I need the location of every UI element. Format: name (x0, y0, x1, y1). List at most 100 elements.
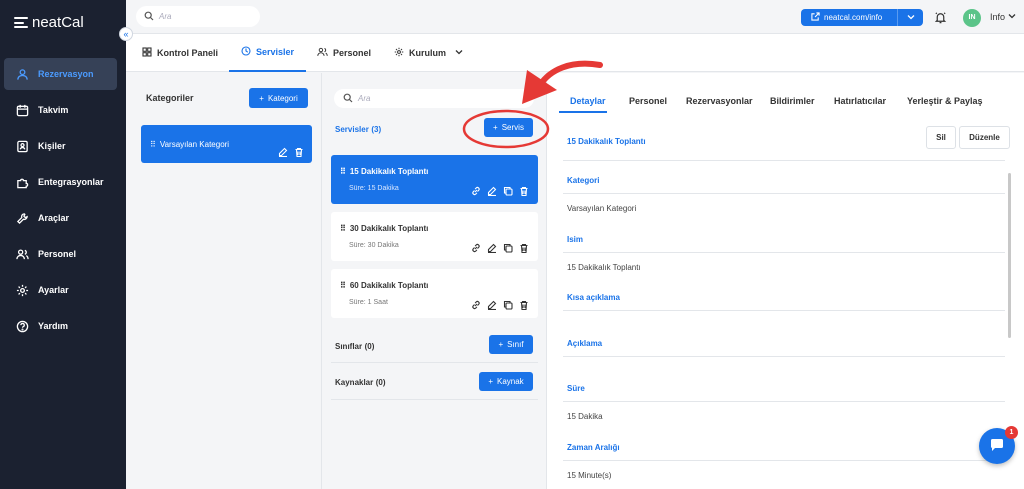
copy-icon[interactable] (503, 300, 513, 312)
sidebar-item-takvim[interactable]: Takvim (4, 94, 117, 126)
details-scrollbar[interactable] (1008, 173, 1011, 338)
add-class-button[interactable]: + Sınıf (489, 335, 533, 354)
booking-link-button[interactable]: neatcal.com/info (801, 9, 923, 26)
add-resource-button[interactable]: + Kaynak (479, 372, 533, 391)
link-icon[interactable] (471, 300, 481, 312)
gear-icon (394, 47, 404, 59)
trash-icon[interactable] (294, 147, 304, 159)
global-search-input[interactable]: Ara (136, 6, 260, 27)
sidebar-item-araclar[interactable]: Araçlar (4, 202, 117, 234)
edit-icon[interactable] (487, 186, 497, 198)
edit-icon[interactable] (278, 147, 288, 159)
tab-servisler[interactable]: Servisler (229, 34, 307, 72)
users-icon (317, 47, 328, 59)
booking-link-dropdown[interactable] (897, 9, 923, 26)
notifications-button[interactable] (934, 11, 947, 26)
gear-icon (15, 283, 29, 297)
edit-icon[interactable] (487, 300, 497, 312)
category-label: Kategori (567, 176, 600, 185)
sidebar-item-entegrasyonlar[interactable]: Entegrasyonlar (4, 166, 117, 198)
divider (331, 399, 538, 400)
service-name: 30 Dakikalık Toplantı (349, 224, 429, 233)
tab-kurulum[interactable]: Kurulum (394, 34, 463, 72)
sidebar-item-label: Takvim (38, 105, 69, 115)
drag-handle-icon[interactable]: ⠿ (340, 167, 346, 176)
sidebar-item-ayarlar[interactable]: Ayarlar (4, 274, 117, 306)
category-card[interactable]: ⠿ Varsayılan Kategori (141, 125, 312, 163)
divider (563, 356, 1005, 357)
tab-bildirimler[interactable]: Bildirimler (770, 96, 815, 106)
active-tab-indicator (559, 111, 607, 113)
sidebar-item-rezervasyon[interactable]: Rezervasyon (4, 58, 117, 90)
sidebar-item-kisiler[interactable]: Kişiler (4, 130, 117, 162)
search-placeholder: Ara (358, 94, 371, 103)
help-icon (15, 319, 29, 333)
sidebar-item-label: Kişiler (38, 141, 66, 151)
divider (563, 193, 1005, 194)
trash-icon[interactable] (519, 186, 529, 198)
service-card[interactable]: ⠿ 60 Dakikalık Toplantı Süre: 1 Saat (331, 269, 538, 318)
calendar-icon (15, 103, 29, 117)
duration-value: 15 Dakika (567, 412, 603, 421)
drag-handle-icon[interactable]: ⠿ (340, 281, 346, 290)
copy-icon[interactable] (503, 243, 513, 255)
add-class-label: Sınıf (507, 340, 524, 349)
service-name: 60 Dakikalık Toplantı (349, 281, 429, 290)
chevron-down-icon (907, 13, 915, 23)
plus-icon: + (493, 123, 498, 132)
sidebar-item-label: Rezervasyon (38, 69, 94, 79)
users-icon (15, 247, 29, 261)
app-logo[interactable]: neatCal (14, 14, 84, 31)
add-category-button[interactable]: + Kategori (249, 88, 308, 108)
avatar[interactable]: IN (963, 9, 981, 27)
sidebar-item-yardim[interactable]: Yardım (4, 310, 117, 342)
classes-count: (0) (364, 342, 375, 351)
resources-title: Kaynaklar (0) (335, 377, 386, 387)
details-tabs: Detaylar Personel Rezervasyonlar Bildiri… (547, 73, 1024, 113)
tab-yerlestir-paylas[interactable]: Yerleştir & Paylaş (907, 96, 983, 106)
trash-icon[interactable] (519, 243, 529, 255)
sidebar-item-label: Araçlar (38, 213, 70, 223)
service-detail-title: 15 Dakikalık Toplantı (567, 137, 646, 146)
logo-text: neatCal (32, 14, 84, 31)
tab-personel[interactable]: Personel (629, 96, 667, 106)
copy-icon[interactable] (503, 186, 513, 198)
drag-handle-icon[interactable]: ⠿ (150, 140, 156, 149)
link-icon[interactable] (471, 243, 481, 255)
name-value: 15 Dakikalık Toplantı (567, 263, 641, 272)
service-name: 15 Dakikalık Toplantı (349, 167, 429, 176)
module-tabs: Kontrol Paneli Servisler Personel Kurulu… (126, 34, 1024, 72)
user-name: Info (990, 12, 1006, 22)
chat-unread-badge: 1 (1005, 426, 1018, 439)
contacts-icon (15, 139, 29, 153)
service-card[interactable]: ⠿ 15 Dakikalık Toplantı Süre: 15 Dakika (331, 155, 538, 204)
resources-title-text: Kaynaklar (335, 378, 374, 387)
drag-handle-icon[interactable]: ⠿ (340, 224, 346, 233)
trash-icon[interactable] (519, 300, 529, 312)
link-icon[interactable] (471, 186, 481, 198)
clock-icon (241, 46, 251, 58)
divider (563, 252, 1005, 253)
category-name: Varsayılan Kategori (159, 140, 230, 149)
delete-button[interactable]: Sil (926, 126, 956, 149)
plus-icon: + (498, 340, 504, 349)
bell-icon (934, 12, 947, 26)
tab-personel[interactable]: Personel (317, 34, 371, 72)
add-service-button[interactable]: + Servis (484, 118, 533, 137)
tab-hatirlaticilar[interactable]: Hatırlatıcılar (834, 96, 886, 106)
collapse-sidebar-button[interactable]: « (119, 27, 133, 41)
tab-rezervasyonlar[interactable]: Rezervasyonlar (686, 96, 753, 106)
tab-kontrol-paneli[interactable]: Kontrol Paneli (142, 34, 218, 72)
sidebar-item-personel[interactable]: Personel (4, 238, 117, 270)
booking-link-label: neatcal.com/info (824, 13, 883, 22)
service-duration: Süre: 1 Saat (349, 299, 388, 306)
user-menu[interactable]: Info (990, 12, 1016, 22)
tab-detaylar[interactable]: Detaylar (570, 96, 606, 106)
edit-icon[interactable] (487, 243, 497, 255)
service-search-input[interactable]: Ara (334, 89, 534, 108)
classes-title-text: Sınıflar (335, 342, 363, 351)
edit-button[interactable]: Düzenle (959, 126, 1010, 149)
service-card[interactable]: ⠿ 30 Dakikalık Toplantı Süre: 30 Dakika (331, 212, 538, 261)
service-details-panel: Detaylar Personel Rezervasyonlar Bildiri… (547, 73, 1024, 489)
sidebar-nav: Rezervasyon Takvim Kişiler Entegrasyonla… (4, 58, 117, 346)
